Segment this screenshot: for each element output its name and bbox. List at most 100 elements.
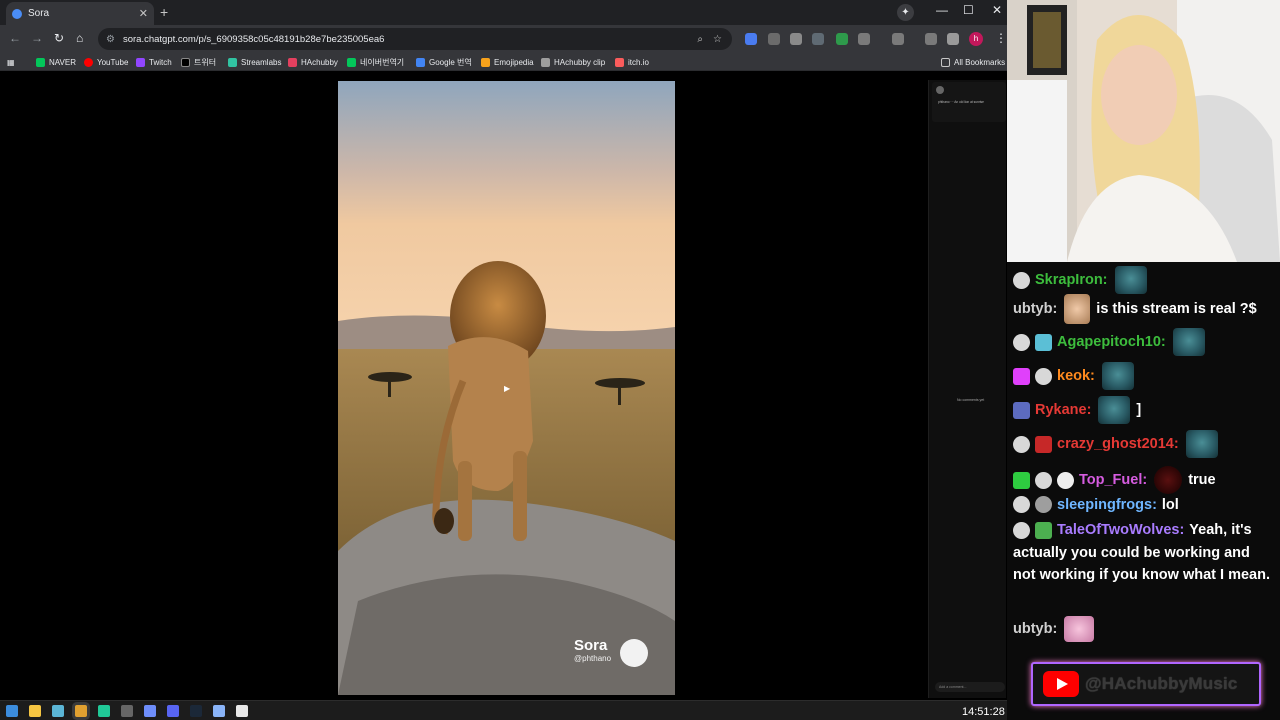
author-avatar[interactable] (936, 86, 944, 94)
tab-sora[interactable]: Sora ✕ (6, 2, 154, 25)
chrome-icon[interactable] (75, 705, 87, 717)
chat-text: ] (1136, 402, 1142, 418)
google-translate-icon (416, 58, 425, 67)
close-tab-icon[interactable]: ✕ (139, 7, 148, 20)
app-icon[interactable] (52, 705, 64, 717)
browser-window: Sora ✕ + ✦ — ☐ ✕ ← → ↻ ⌂ ⚙ sora.chatgpt.… (0, 0, 1007, 700)
post-side-panel: phthano ··· An old lion at sunrise No co… (928, 80, 1006, 698)
extensions-puzzle-icon[interactable] (858, 33, 870, 45)
bookmark-label: HAchubby clip (554, 58, 606, 67)
bookmark-label: Emojipedia (494, 58, 534, 67)
post-caption: phthano ··· An old lion at sunrise (938, 100, 984, 104)
extension-icon[interactable] (745, 33, 757, 45)
chat-message: SkrapIron: (1013, 266, 1147, 294)
discord-icon[interactable] (167, 705, 179, 717)
maximize-button[interactable]: ☐ (963, 3, 974, 17)
folder-icon (941, 58, 950, 67)
chat-username: Agapepitoch10: (1057, 334, 1166, 350)
app-icon[interactable] (144, 705, 156, 717)
streamlabs-icon (228, 58, 237, 67)
browser-toolbar: ← → ↻ ⌂ ⚙ sora.chatgpt.com/p/s_6909358c0… (0, 25, 1007, 53)
file-explorer-icon[interactable] (29, 705, 41, 717)
download-icon[interactable] (925, 33, 937, 45)
chat-badge-icon (1035, 367, 1052, 385)
bookmark-streamlabs[interactable]: Streamlabs (228, 56, 281, 69)
page-viewport: ▶ Sora @phthano phthano ··· An old lion … (0, 72, 1007, 700)
chat-username: TaleOfTwoWolves: (1057, 522, 1185, 538)
chat-badge-icon (1013, 401, 1030, 419)
bookmark-naver[interactable]: NAVER (36, 56, 76, 69)
chat-username: ubtyb: (1013, 621, 1058, 637)
bookmark-star-icon[interactable]: ☆ (713, 34, 722, 45)
sora-video-player[interactable]: ▶ Sora @phthano (338, 81, 675, 695)
chat-message: sleepingfrogs: lol (1013, 496, 1179, 513)
emojipedia-icon (481, 58, 490, 67)
chat-message: crazy_ghost2014: (1013, 430, 1218, 458)
bookmark-youtube[interactable]: YouTube (84, 56, 128, 69)
menu-kebab-icon[interactable]: ⋮ (995, 31, 1007, 45)
profile-avatar[interactable]: h (969, 32, 983, 46)
no-comments-text: No comments yet (957, 398, 985, 402)
x-logo-icon (181, 58, 190, 67)
youtube-icon (84, 58, 93, 67)
reload-button[interactable]: ↻ (54, 31, 64, 45)
bookmark-emojipedia[interactable]: Emojipedia (481, 56, 534, 69)
chat-text: lol (1161, 496, 1179, 513)
chat-badge-icon (1035, 496, 1052, 513)
chat-emote-icon (1172, 328, 1205, 356)
bookmark-naver-translate[interactable]: 네이버번역기 (347, 56, 404, 69)
chat-username: SkrapIron: (1035, 272, 1108, 288)
add-comment-input[interactable]: Add a comment... (935, 682, 1005, 692)
post-card: phthano ··· An old lion at sunrise (932, 82, 1006, 122)
start-windows-icon[interactable] (6, 705, 18, 717)
chat-message: Agapepitoch10: (1013, 328, 1205, 356)
bookmark-itchio[interactable]: itch.io (615, 56, 649, 69)
naver-icon (36, 58, 45, 67)
extension-icon[interactable] (836, 33, 848, 45)
stream-chat: SkrapIron: ubtyb: is this stream is real… (1007, 262, 1280, 660)
instagram-icon (288, 58, 297, 67)
bookmark-label: Google 번역 (429, 58, 472, 67)
new-tab-button[interactable]: + (160, 4, 168, 20)
url-text[interactable]: sora.chatgpt.com/p/s_6909358c05c48191b28… (123, 34, 697, 45)
extension-icon[interactable] (768, 33, 780, 45)
chat-message: keok: (1013, 362, 1134, 390)
chat-message: TaleOfTwoWolves: Yeah, it's actually you … (1013, 519, 1275, 587)
clip-icon (541, 58, 550, 67)
forward-button[interactable]: → (31, 31, 43, 45)
bookmarks-bar: ▦ NAVER YouTube Twitch 트위터 Streamlabs HA… (0, 53, 1007, 71)
minimize-button[interactable]: — (936, 3, 948, 17)
bookmark-twitter[interactable]: 트위터 (181, 56, 216, 69)
apps-grid-icon[interactable]: ▦ (7, 56, 15, 69)
app-icon[interactable] (121, 705, 133, 717)
back-button[interactable]: ← (9, 31, 21, 45)
chat-emote-icon (1064, 616, 1095, 642)
site-info-icon[interactable]: ⚙ (106, 34, 115, 45)
close-window-button[interactable]: ✕ (992, 3, 1002, 17)
youtube-banner-area: @HAchubbyMusic (1007, 660, 1280, 720)
bookmark-twitch[interactable]: Twitch (136, 56, 172, 69)
all-bookmarks-folder[interactable]: All Bookmarks (941, 56, 1005, 69)
chat-badge-icon (1035, 471, 1052, 489)
app-icon[interactable] (213, 705, 225, 717)
address-bar[interactable]: ⚙ sora.chatgpt.com/p/s_6909358c05c48191b… (98, 28, 732, 50)
bookmark-label: Streamlabs (241, 58, 282, 67)
bookmark-label: NAVER (49, 58, 76, 67)
tab-search-icon[interactable]: ✦ (897, 4, 914, 21)
app-icon[interactable] (236, 705, 248, 717)
play-indicator-icon[interactable]: ▶ (504, 384, 510, 393)
zoom-icon[interactable]: ⌕ (697, 34, 703, 45)
side-panel-icon[interactable] (892, 33, 904, 45)
tab-title: Sora (28, 8, 50, 19)
chat-username: ubtyb: (1013, 301, 1058, 317)
steam-icon[interactable] (190, 705, 202, 717)
bookmark-hachubby[interactable]: HAchubby (288, 56, 338, 69)
extension-icon[interactable] (812, 33, 824, 45)
extension-icon[interactable] (947, 33, 959, 45)
webcam-feed (1007, 0, 1280, 262)
app-icon[interactable] (98, 705, 110, 717)
extension-icon[interactable] (790, 33, 802, 45)
home-button[interactable]: ⌂ (76, 31, 83, 45)
bookmark-google-translate[interactable]: Google 번역 (416, 56, 472, 69)
bookmark-hachubby-clip[interactable]: HAchubby clip (541, 56, 605, 69)
